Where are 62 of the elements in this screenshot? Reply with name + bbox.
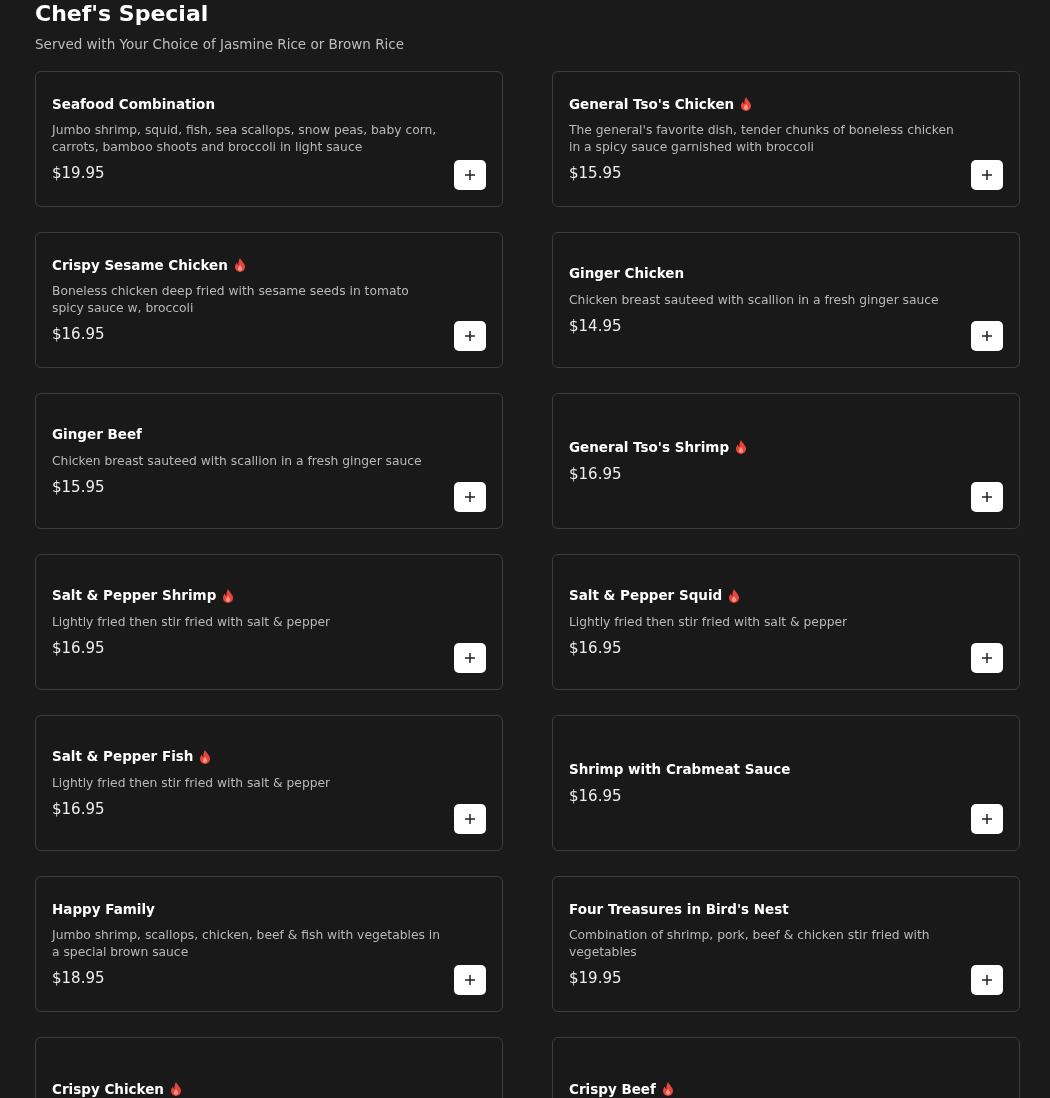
add-button[interactable] — [971, 160, 1003, 191]
item-description: Chicken breast sauteed with scallion in a fresh ginger sauce — [569, 291, 940, 309]
add-button[interactable] — [454, 160, 486, 191]
add-button[interactable] — [454, 321, 486, 352]
plus-icon — [465, 653, 475, 664]
item-name: Crispy Sesame Chicken — [52, 255, 228, 275]
item-name: Four Treasures in Bird's Nest — [569, 899, 789, 919]
plus-icon — [982, 331, 992, 342]
plus-icon — [982, 492, 992, 503]
plus-icon — [982, 170, 992, 181]
item-description: Chicken breast sauteed with scallion in a fresh ginger sauce — [52, 452, 423, 470]
plus-icon — [465, 170, 475, 181]
add-button[interactable] — [454, 965, 486, 996]
item-price: $16.95 — [52, 798, 106, 820]
item-description: Boneless chicken deep fried with sesame seeds in tomato spicy sauce w, broccoli — [52, 283, 410, 318]
item-name: General Tso's Shrimp — [569, 437, 730, 457]
item-name: Salt & Pepper Squid — [569, 586, 723, 606]
plus-icon — [982, 975, 992, 986]
item-price: $16.95 — [569, 637, 623, 659]
item-price: $16.95 — [569, 464, 623, 486]
item-price: $14.95 — [569, 315, 623, 337]
item-description: Lightly fried then stir fried with salt & pepper — [52, 774, 332, 792]
item-price: $15.95 — [52, 476, 106, 498]
item-name: General Tso's Chicken — [569, 94, 735, 114]
add-button[interactable] — [454, 482, 486, 513]
item-name: Ginger Chicken — [569, 264, 685, 284]
add-button[interactable] — [971, 804, 1003, 835]
add-button[interactable] — [454, 804, 486, 835]
item-price: $16.95 — [52, 324, 106, 346]
item-name: Salt & Pepper Shrimp — [52, 586, 217, 606]
item-price: $16.95 — [569, 786, 623, 808]
plus-icon — [982, 814, 992, 825]
item-price: $18.95 — [52, 968, 106, 990]
item-name: Salt & Pepper Fish — [52, 747, 194, 767]
item-name: Crispy Beef — [569, 1080, 656, 1098]
item-description: Lightly fried then stir fried with salt & pepper — [52, 613, 332, 631]
item-price: $19.95 — [569, 968, 623, 990]
plus-icon — [982, 653, 992, 664]
item-name: Ginger Beef — [52, 425, 142, 445]
item-price: $19.95 — [52, 163, 106, 185]
item-name: Crispy Chicken — [52, 1080, 164, 1098]
plus-icon — [465, 492, 475, 503]
item-price: $15.95 — [569, 163, 623, 185]
plus-icon — [465, 975, 475, 986]
item-description: The general's favorite dish, tender chunks of boneless chicken in a spicy sauce garnished with broccoli — [569, 122, 955, 157]
item-description: Lightly fried then stir fried with salt & pepper — [569, 613, 849, 631]
add-button[interactable] — [971, 643, 1003, 674]
item-description: Combination of shrimp, pork, beef & chicken stir fried with vegetables — [569, 927, 931, 962]
section-subtitle: Served with Your Choice of Jasmine Rice or Brown Rice — [35, 35, 406, 54]
section-title: Chef's Special — [35, 0, 210, 28]
plus-icon — [465, 331, 475, 342]
item-description: Jumbo shrimp, scallops, chicken, beef & fish with vegetables in a special brown sauce — [52, 927, 441, 962]
add-button[interactable] — [971, 321, 1003, 352]
item-price: $16.95 — [52, 637, 106, 659]
add-button[interactable] — [971, 965, 1003, 996]
add-button[interactable] — [971, 482, 1003, 513]
item-name: Seafood Combination — [52, 94, 215, 114]
item-name: Happy Family — [52, 899, 155, 919]
plus-icon — [465, 814, 475, 825]
add-button[interactable] — [454, 643, 486, 674]
item-name: Shrimp with Crabmeat Sauce — [569, 759, 791, 779]
item-description: Jumbo shrimp, squid, fish, sea scallops, snow peas, baby corn, carrots, bamboo shoots and broccoli in light sauce — [52, 122, 438, 157]
